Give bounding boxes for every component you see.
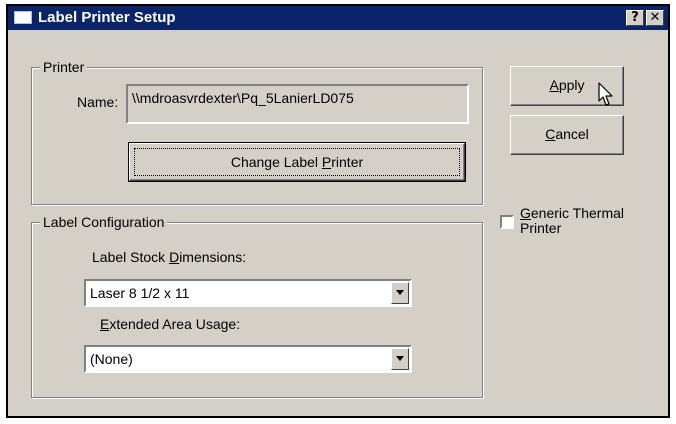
- label-stock-dimensions-label: Label Stock Dimensions:: [92, 248, 246, 266]
- name-label: Name:: [77, 94, 119, 110]
- chevron-down-icon[interactable]: [391, 282, 409, 304]
- cancel-text-rest: ancel: [555, 126, 589, 142]
- mouse-cursor-icon: [598, 82, 613, 106]
- stock-label-mnemonic: D: [169, 249, 180, 265]
- chevron-down-icon[interactable]: [391, 348, 409, 370]
- help-button[interactable]: ?: [626, 10, 644, 26]
- extended-area-usage-label: Extended Area Usage:: [100, 315, 240, 333]
- apply-mnemonic: A: [549, 77, 559, 93]
- change-label-printer-button[interactable]: Change Label Printer: [128, 142, 466, 182]
- generic-thermal-text-line2: Printer: [520, 220, 562, 236]
- extended-label-mnemonic: E: [100, 316, 110, 332]
- generic-thermal-mnemonic: G: [520, 205, 531, 221]
- stock-label-text-rest: imensions:: [179, 249, 247, 265]
- extended-area-usage-select[interactable]: (None): [84, 345, 412, 373]
- generic-thermal-printer-label[interactable]: Generic Thermal Printer: [520, 206, 624, 236]
- cancel-mnemonic: C: [545, 126, 556, 142]
- extended-area-value: (None): [90, 351, 133, 367]
- label-printer-setup-dialog: Label Printer Setup ? ✕ Printer Name: \\…: [6, 4, 670, 418]
- generic-thermal-text-rest: eneric Thermal: [530, 205, 625, 221]
- focus-rectangle: [134, 148, 460, 176]
- generic-thermal-printer-checkbox[interactable]: [500, 215, 514, 229]
- close-button[interactable]: ✕: [646, 10, 664, 26]
- label-stock-dimensions-select[interactable]: Laser 8 1/2 x 11: [84, 279, 412, 307]
- app-icon: [14, 11, 32, 24]
- label-configuration-legend: Label Configuration: [40, 213, 168, 231]
- stock-label-text: Label Stock: [92, 249, 170, 265]
- extended-label-text-rest: xtended Area Usage:: [109, 316, 241, 332]
- printer-name-field: \\mdroasvrdexter\Pq_5LanierLD075: [126, 84, 469, 124]
- printer-group: Printer Name: \\mdroasvrdexter\Pq_5Lanie…: [31, 58, 483, 205]
- title-bar[interactable]: Label Printer Setup ? ✕: [8, 6, 668, 30]
- apply-text-rest: pply: [558, 77, 585, 93]
- printer-name-value: \\mdroasvrdexter\Pq_5LanierLD075: [132, 90, 354, 106]
- window-title: Label Printer Setup: [38, 9, 176, 26]
- printer-group-legend: Printer: [40, 58, 88, 76]
- cancel-button[interactable]: Cancel: [510, 115, 624, 155]
- label-stock-value: Laser 8 1/2 x 11: [90, 285, 190, 301]
- label-configuration-group: Label Configuration Label Stock Dimensio…: [31, 213, 483, 398]
